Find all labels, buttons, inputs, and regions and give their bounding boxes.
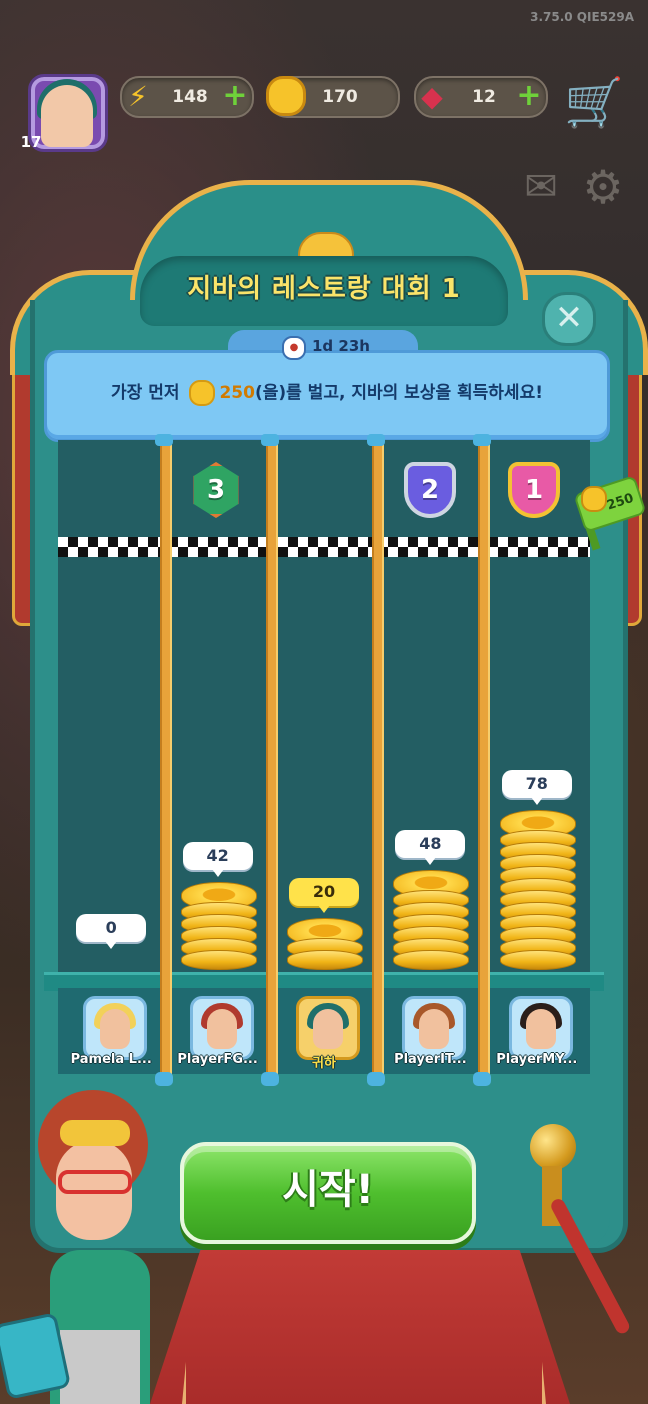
lane-cap-bottom — [155, 1072, 173, 1086]
timer-text: 1d 23h — [312, 337, 370, 355]
coin-stack — [499, 810, 576, 970]
avatar-face — [419, 1009, 450, 1049]
mail-icon[interactable]: ✉ — [514, 166, 568, 208]
goal-text: 가장 먼저 250(을)를 벌고, 지바의 보상을 획득하세요! — [44, 378, 610, 406]
lane-cap-top — [367, 434, 385, 446]
player-name: PlayerIT... — [394, 1052, 467, 1067]
lane-divider — [160, 436, 172, 1080]
carpet-stripe — [182, 1250, 546, 1404]
avatar-face — [100, 1009, 131, 1049]
gem-icon: ◆ — [421, 79, 443, 113]
energy-value: 148 — [172, 87, 208, 107]
coin-stack — [287, 918, 363, 970]
player-slot[interactable]: PlayerMY... — [487, 994, 587, 1074]
player-avatar — [296, 996, 360, 1060]
chef-glasses — [58, 1170, 132, 1194]
coin-value: 170 — [322, 87, 358, 107]
lane-cap-top — [473, 434, 491, 446]
rank-2-medal: 2 — [404, 462, 456, 518]
goal-suffix: (을)를 벌고, 지바의 보상을 획득하세요! — [254, 383, 543, 403]
lane-cap-bottom — [473, 1072, 491, 1086]
player-name: 귀하 — [312, 1056, 336, 1071]
lane-cap-bottom — [261, 1072, 279, 1086]
lane-divider — [478, 436, 490, 1080]
avatar-face — [525, 1009, 556, 1049]
avatar-face — [206, 1009, 237, 1049]
coin-icon — [499, 950, 576, 970]
score-bubble: 20 — [289, 878, 359, 913]
clock-icon: ● — [282, 336, 306, 360]
close-icon[interactable]: ✕ — [542, 292, 596, 346]
player-slot[interactable]: PlayerIT... — [380, 994, 480, 1074]
start-button[interactable]: 시작! — [180, 1142, 476, 1244]
rank-1-medal: 1 — [508, 462, 560, 518]
goal-prefix: 가장 먼저 — [111, 383, 180, 403]
cart-icon[interactable]: 🛒 — [562, 74, 626, 132]
lane-cap-top — [261, 434, 279, 446]
player-name: PlayerFG... — [177, 1052, 258, 1067]
coin-icon — [180, 950, 257, 970]
player-avatar — [189, 996, 254, 1060]
lightning-icon: ⚡ — [128, 79, 148, 113]
chef-bow — [60, 1120, 130, 1146]
coin-stack — [180, 882, 257, 970]
coin-stack — [393, 870, 470, 970]
add-gems-icon[interactable]: + — [516, 81, 542, 111]
score-bubble: 42 — [182, 842, 253, 877]
player-name: Pamela L... — [70, 1052, 152, 1067]
version-label: 3.75.0 QIE529A — [530, 10, 634, 24]
finish-line — [58, 537, 590, 557]
coin-icon — [581, 486, 607, 512]
coin-counter: 170 — [266, 74, 400, 118]
player-avatar — [508, 996, 573, 1060]
player-slot[interactable]: Pamela L... — [61, 994, 161, 1074]
coin-icon — [287, 950, 363, 970]
energy-counter[interactable]: ⚡ 148 + — [120, 76, 254, 118]
lane-cap-bottom — [367, 1072, 385, 1086]
gem-counter[interactable]: ◆ 12 + — [414, 76, 548, 118]
coin-icon — [393, 950, 470, 970]
player-name: PlayerMY... — [496, 1052, 578, 1067]
chef-skirt — [60, 1330, 140, 1404]
lane-divider — [266, 436, 278, 1080]
lane-cap-top — [155, 434, 173, 446]
coin-icon — [266, 74, 306, 118]
stanchion-ball — [530, 1124, 576, 1170]
coin-icon — [189, 380, 216, 406]
add-energy-icon[interactable]: + — [222, 81, 248, 111]
player-avatar — [83, 996, 148, 1060]
player-avatar — [402, 996, 467, 1060]
gear-icon[interactable]: ⚙ — [578, 162, 628, 212]
avatar-face — [313, 1009, 343, 1049]
gem-value: 12 — [472, 87, 496, 107]
rank-3-medal: 3 — [190, 462, 242, 518]
score-bubble: 48 — [395, 830, 466, 865]
event-title: 지바의 레스토랑 대회 1 — [187, 274, 461, 304]
player-slot[interactable]: 귀하 — [274, 994, 374, 1074]
score-bubble: 78 — [501, 770, 572, 805]
player-slot[interactable]: PlayerFG... — [168, 994, 268, 1074]
lane-divider — [372, 436, 384, 1080]
score-bubble: 0 — [76, 914, 147, 949]
prize-amount: 250 — [605, 490, 636, 514]
goal-amount: 250 — [219, 383, 255, 403]
level-badge: 17 — [12, 126, 50, 158]
